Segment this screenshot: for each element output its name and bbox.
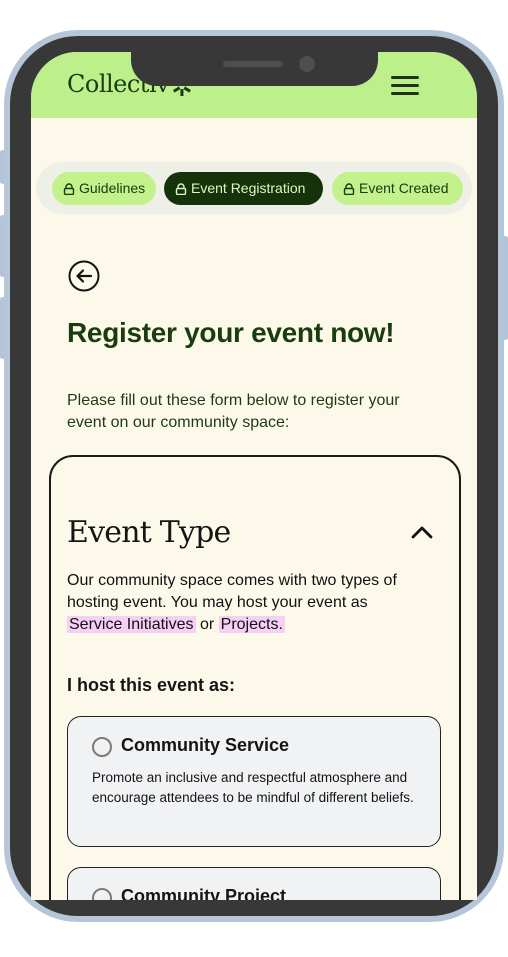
menu-icon — [391, 92, 419, 95]
step-label: Guidelines — [79, 180, 146, 196]
highlight-projects: Projects. — [218, 616, 285, 633]
step-label: Event Created — [359, 180, 449, 196]
option-community-service[interactable]: Community Service Promote an inclusive a… — [67, 716, 441, 847]
phone-notch — [131, 52, 378, 86]
step-progress: Guidelines Event Registration Event Crea… — [36, 162, 472, 214]
option-community-project[interactable]: Community Project — [67, 867, 441, 900]
step-label: Event Registration — [191, 180, 306, 196]
step-event-registration[interactable]: Event Registration — [164, 172, 323, 205]
back-arrow-icon[interactable] — [68, 260, 100, 292]
lock-icon — [63, 183, 75, 195]
section-description: Our community space comes with two types… — [67, 570, 407, 636]
option-description: Promote an inclusive and respectful atmo… — [92, 770, 414, 805]
description-text: Our community space comes with two types… — [67, 572, 397, 611]
menu-icon — [391, 76, 419, 79]
event-type-card: Event Type Our community space comes wit… — [49, 455, 461, 900]
radio-button[interactable] — [92, 888, 112, 900]
highlight-service-initiatives: Service Initiatives — [67, 616, 196, 633]
front-camera — [299, 56, 315, 72]
section-title: Event Type — [67, 515, 231, 550]
phone-screen: Collectiv ✲ Guidelines Event Registratio… — [31, 52, 477, 900]
step-event-created[interactable]: Event Created — [332, 172, 463, 205]
option-title: Community Project — [121, 886, 287, 900]
step-guidelines[interactable]: Guidelines — [52, 172, 156, 205]
lock-icon — [175, 183, 187, 195]
page-intro: Please fill out these form below to regi… — [67, 392, 400, 431]
page-title: Register your event now! — [67, 317, 395, 348]
description-text: or — [199, 616, 215, 633]
host-type-label: I host this event as: — [67, 675, 236, 695]
speaker-grille — [223, 61, 283, 67]
chevron-up-icon[interactable] — [409, 523, 435, 541]
radio-button[interactable] — [92, 737, 112, 757]
menu-button[interactable] — [390, 74, 422, 98]
lock-icon — [343, 183, 355, 195]
menu-icon — [391, 84, 419, 87]
option-title: Community Service — [121, 735, 290, 755]
